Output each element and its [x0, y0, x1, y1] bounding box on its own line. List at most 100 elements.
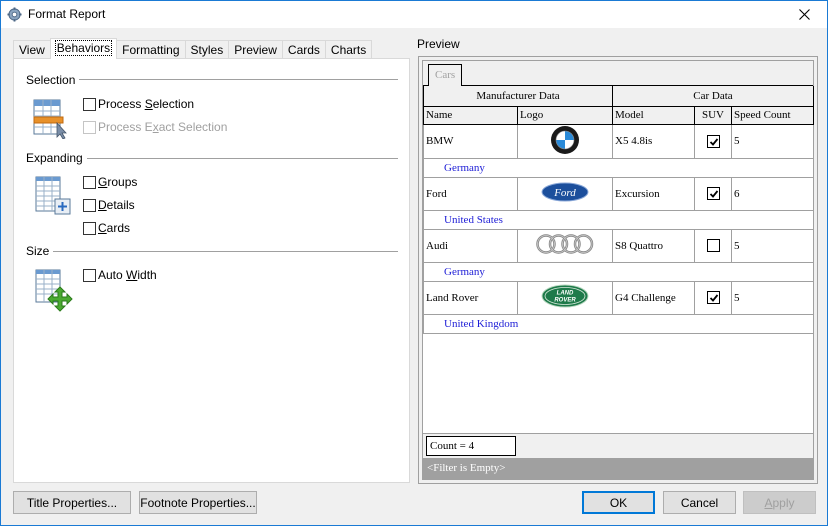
bmw-logo — [551, 125, 579, 154]
table-resize-icon — [35, 269, 73, 312]
country-row: United States — [422, 209, 815, 230]
cell-suv — [694, 176, 732, 211]
checkbox-label: Process Exact Selection — [98, 120, 228, 134]
title-properties-button[interactable]: Title Properties... — [13, 491, 131, 514]
column-header-suv[interactable]: SUV — [694, 105, 732, 125]
cell-model: S8 Quattro — [612, 228, 695, 263]
cell-model: Excursion — [612, 176, 695, 211]
table-row[interactable]: BMW X5 4.8is 5 — [423, 123, 815, 159]
land-rover-logo: LAND ROVER — [541, 284, 589, 308]
table-row[interactable]: Ford Ford Excursion 6 — [423, 176, 815, 211]
cell-logo: Ford — [517, 176, 613, 211]
tab-preview[interactable]: Preview — [228, 40, 283, 59]
cards-checkbox[interactable]: Cards — [83, 221, 130, 235]
checkbox-box — [83, 198, 96, 212]
table-selection-icon — [33, 99, 67, 139]
checkbox-label: Auto Width — [98, 268, 157, 282]
apply-accesskey: A — [764, 495, 773, 510]
checkbox-box — [83, 268, 96, 282]
tab-strip: View Behaviors Formatting Styles Preview… — [13, 38, 373, 59]
column-header-name[interactable]: Name — [423, 105, 518, 125]
cell-name: Ford — [423, 176, 518, 211]
cell-country: Germany — [422, 157, 815, 178]
table-expand-icon — [35, 176, 71, 215]
cell-speed-count: 5 — [730, 123, 815, 159]
cell-country: United States — [422, 209, 815, 230]
country-row: Germany — [422, 157, 815, 178]
band-header-row: Manufacturer Data Car Data — [423, 86, 815, 107]
suv-checkbox-checked[interactable] — [706, 134, 720, 148]
tab-label: View — [19, 43, 45, 57]
cell-country: United Kingdom — [422, 313, 815, 334]
auto-width-checkbox[interactable]: Auto Width — [83, 268, 157, 282]
process-selection-checkbox[interactable]: Process Selection — [83, 97, 194, 111]
table-row[interactable]: Audi S8 Quattro 5 — [423, 228, 815, 263]
tab-label: Styles — [190, 43, 224, 57]
filter-bar[interactable]: <Filter is Empty> — [423, 458, 813, 479]
column-header-model[interactable]: Model — [612, 105, 695, 125]
checkbox-label: Groups — [98, 175, 138, 189]
cancel-button[interactable]: Cancel — [663, 491, 736, 514]
cell-logo: LAND ROVER — [517, 280, 613, 315]
checkbox-box — [83, 97, 96, 111]
selection-group-label: Selection — [26, 73, 80, 87]
cars-table: Manufacturer Data Car Data Name Logo Mod… — [422, 86, 815, 334]
format-report-dialog: Format Report View Behaviors Formatting … — [0, 0, 828, 526]
process-exact-selection-checkbox: Process Exact Selection — [83, 120, 227, 134]
cell-model: X5 4.8is — [612, 123, 695, 159]
title-bar: Format Report — [1, 1, 827, 28]
cell-suv — [694, 123, 732, 159]
column-header-speed-count[interactable]: Speed Count — [730, 105, 815, 125]
band-manufacturer-data[interactable]: Manufacturer Data — [423, 86, 613, 107]
tab-label: Behaviors — [54, 40, 113, 56]
tab-charts[interactable]: Charts — [324, 40, 373, 59]
checkbox-box — [83, 120, 96, 134]
svg-text:Ford: Ford — [553, 187, 576, 199]
suv-checkbox-checked[interactable] — [706, 291, 720, 304]
size-divider — [26, 251, 398, 252]
tab-formatting[interactable]: Formatting — [116, 40, 186, 59]
cell-name: BMW — [423, 123, 518, 159]
grid-tab-cars[interactable]: Cars — [428, 64, 463, 87]
tab-styles[interactable]: Styles — [184, 40, 230, 59]
checkbox-label: Cards — [98, 221, 131, 235]
cell-model: G4 Challenge — [612, 280, 695, 315]
column-header-logo[interactable]: Logo — [517, 105, 613, 125]
cell-name: Land Rover — [423, 280, 518, 315]
column-header-row: Name Logo Model SUV Speed Count — [423, 105, 815, 125]
groups-checkbox[interactable]: Groups — [83, 175, 137, 189]
preview-frame: Cars Manufacturer Data Car Data Name Log… — [418, 56, 818, 484]
apply-label: pply — [772, 495, 795, 510]
checkbox-box — [83, 175, 96, 189]
cell-suv — [694, 280, 732, 315]
close-button[interactable] — [781, 1, 827, 28]
cell-logo — [517, 123, 613, 159]
grid-tab-strip: Cars — [423, 61, 813, 87]
cell-suv — [694, 228, 732, 263]
grid-footer: Count = 4 — [423, 433, 813, 458]
expanding-group-label: Expanding — [26, 151, 87, 165]
behaviors-panel: Selection Process Selection Process Exac… — [13, 58, 410, 483]
suv-checkbox-unchecked[interactable] — [706, 239, 720, 252]
footnote-properties-button[interactable]: Footnote Properties... — [139, 491, 257, 514]
gear-icon — [7, 7, 22, 22]
window-title: Format Report — [28, 7, 106, 21]
tab-behaviors[interactable]: Behaviors — [49, 38, 118, 59]
selection-divider — [26, 79, 398, 80]
band-car-data[interactable]: Car Data — [611, 86, 815, 107]
checkbox-label: Process Selection — [98, 97, 195, 111]
tab-label: Cards — [287, 43, 320, 57]
tab-cards[interactable]: Cards — [281, 40, 326, 59]
ok-button[interactable]: OK — [582, 491, 655, 514]
tab-label: Preview — [234, 43, 277, 57]
svg-text:ROVER: ROVER — [554, 298, 576, 304]
cell-name: Audi — [423, 228, 518, 263]
preview-label: Preview — [417, 37, 460, 51]
details-checkbox[interactable]: Details — [83, 198, 135, 212]
tab-label: Charts — [330, 43, 367, 57]
cell-logo — [517, 228, 613, 263]
suv-checkbox-checked[interactable] — [706, 187, 720, 200]
tab-view[interactable]: View — [13, 40, 51, 59]
cell-speed-count: 6 — [730, 176, 815, 211]
table-row[interactable]: Land Rover LAND ROVER G4 Challenge 5 — [423, 280, 815, 315]
